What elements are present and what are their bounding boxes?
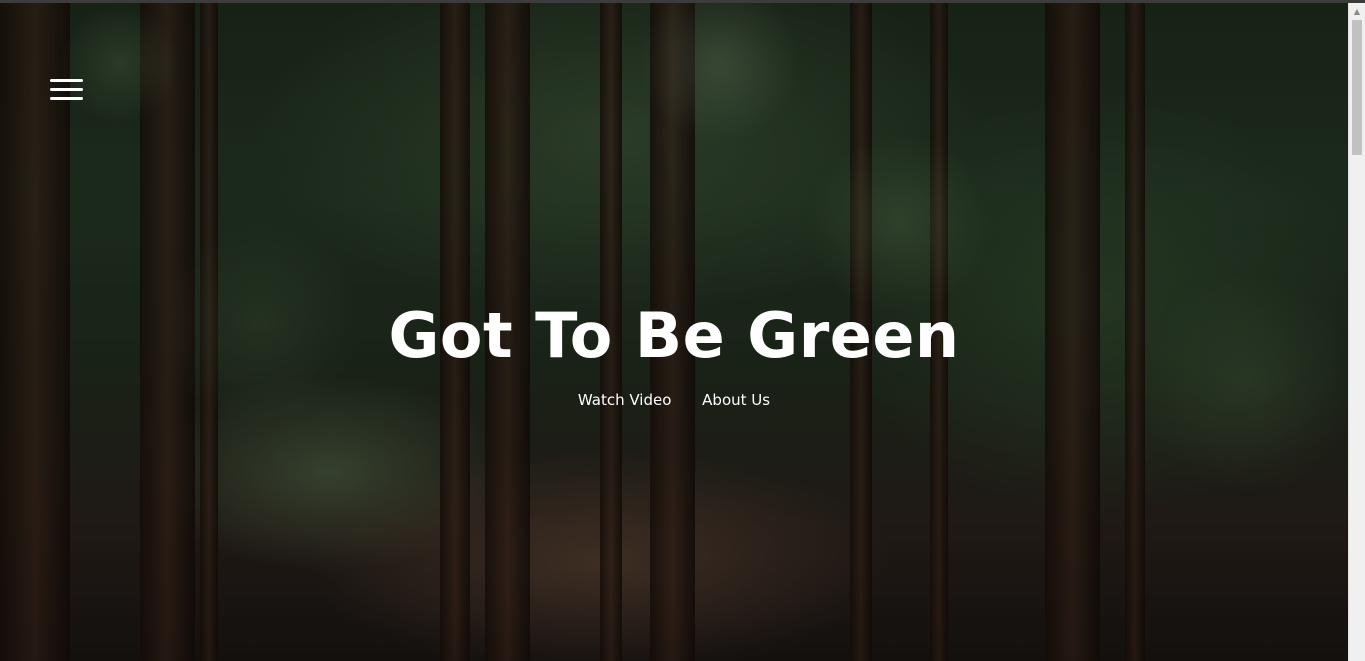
hero-links: Watch Video About Us — [0, 390, 1348, 410]
menu-bar — [50, 97, 83, 100]
hero-title: Got To Be Green — [388, 299, 960, 372]
vertical-scrollbar[interactable]: ▲ — [1348, 3, 1365, 661]
scrollbar-thumb[interactable] — [1352, 20, 1362, 155]
hero-section: Got To Be Green Watch Video About Us — [0, 3, 1348, 661]
about-us-link[interactable]: About Us — [702, 391, 770, 409]
hamburger-menu-icon[interactable] — [50, 77, 84, 103]
menu-bar — [50, 88, 83, 91]
menu-bar — [50, 79, 83, 82]
watch-video-link[interactable]: Watch Video — [578, 391, 672, 409]
scroll-up-arrow-icon[interactable]: ▲ — [1349, 3, 1365, 20]
